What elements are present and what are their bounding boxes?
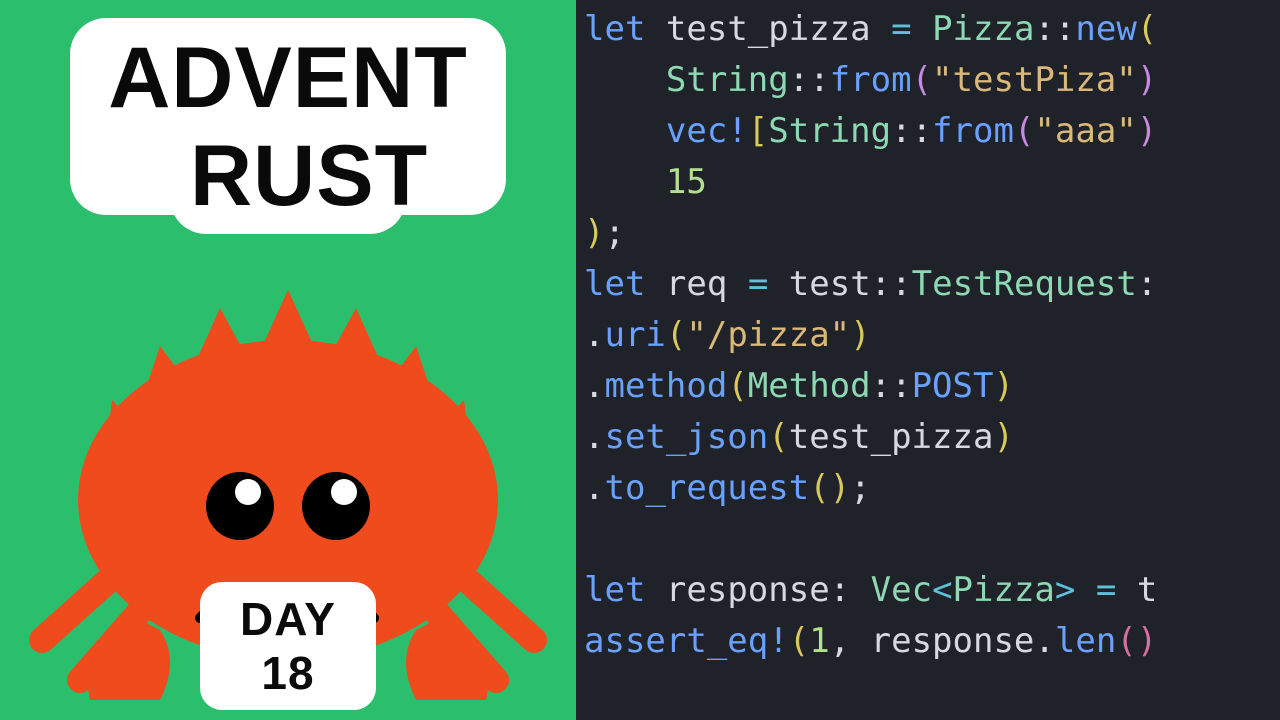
code-line-10: .to_request(); [584, 468, 871, 508]
code-panel: let test_pizza = Pizza::new( String::fro… [576, 0, 1280, 720]
code-line-1: let test_pizza = Pizza::new( [584, 9, 1157, 49]
title-stem: RUST [170, 126, 406, 234]
code-line-3: vec![String::from("aaa") [584, 111, 1157, 151]
code-line-9: .set_json(test_pizza) [584, 417, 1014, 457]
code-line-5: ); [584, 213, 625, 253]
hero-panel: ADVENT OF RUST [0, 0, 576, 720]
code-line-7: .uri("/pizza") [584, 315, 871, 355]
code-line-12: let response: Vec<Pizza> = t [584, 570, 1157, 610]
code-line-8: .method(Method::POST) [584, 366, 1014, 406]
day-label: DAY 18 [216, 592, 360, 700]
day-badge: DAY 18 [200, 582, 376, 710]
code-line-13: assert_eq!(1, response.len() [584, 621, 1157, 661]
code-line-4: 15 [584, 162, 707, 202]
code-line-2: String::from("testPiza") [584, 60, 1157, 100]
title-line-2: RUST [190, 134, 386, 218]
code-line-6: let req = test::TestRequest: [584, 264, 1157, 304]
